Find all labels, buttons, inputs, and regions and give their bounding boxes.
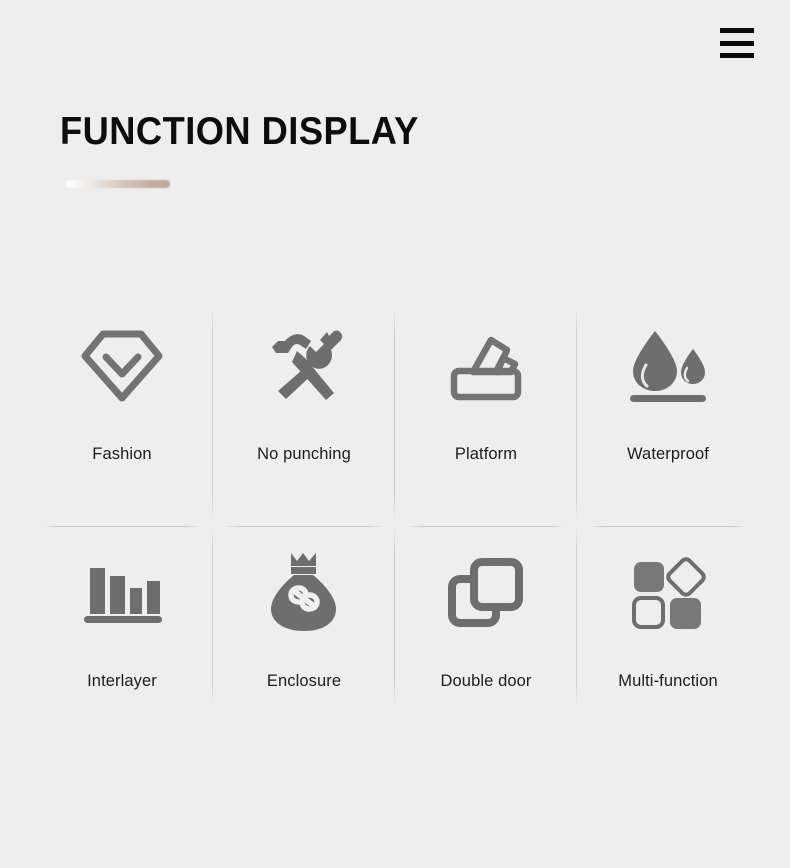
feature-grid: Fashion No punching Platform Waterproof … (31, 300, 759, 717)
feature-item-no-punching[interactable]: No punching (213, 300, 395, 527)
feature-item-waterproof[interactable]: Waterproof (577, 300, 759, 527)
feature-label: Interlayer (87, 672, 157, 690)
feature-label: Multi-function (618, 672, 718, 690)
feature-item-platform[interactable]: Platform (395, 300, 577, 527)
hamburger-bar-2 (720, 40, 754, 46)
overlapping-squares-icon (446, 533, 526, 653)
hamburger-bar-3 (720, 53, 754, 58)
water-drops-icon (625, 306, 711, 426)
tissue-box-icon (444, 306, 528, 426)
top-bar (0, 0, 790, 88)
function-display-page: FUNCTION DISPLAY Fashion No punching Pla… (0, 0, 790, 868)
feature-item-fashion[interactable]: Fashion (31, 300, 213, 527)
feature-label: Platform (454, 445, 518, 463)
hamburger-bar-1 (720, 28, 754, 33)
feature-item-interlayer[interactable]: Interlayer (31, 527, 213, 717)
feature-label: Enclosure (266, 672, 342, 690)
feature-item-enclosure[interactable]: Enclosure (213, 527, 395, 717)
feature-label: No punching (257, 445, 351, 463)
hamburger-menu-icon[interactable] (720, 28, 754, 58)
page-title: FUNCTION DISPLAY (60, 110, 419, 153)
bar-layers-icon (80, 533, 164, 653)
feature-label: Fashion (92, 445, 152, 463)
feature-item-double-door[interactable]: Double door (395, 527, 577, 717)
feature-label: Waterproof (626, 445, 709, 463)
hammer-wrench-icon (264, 306, 344, 426)
title-underline-bar (66, 180, 170, 188)
feature-item-multi-function[interactable]: Multi-function (577, 527, 759, 717)
title-block: FUNCTION DISPLAY (60, 108, 446, 188)
money-bag-link-icon (266, 533, 342, 653)
four-shapes-icon (628, 533, 708, 653)
feature-label: Double door (440, 672, 532, 690)
diamond-gem-icon (79, 306, 165, 426)
